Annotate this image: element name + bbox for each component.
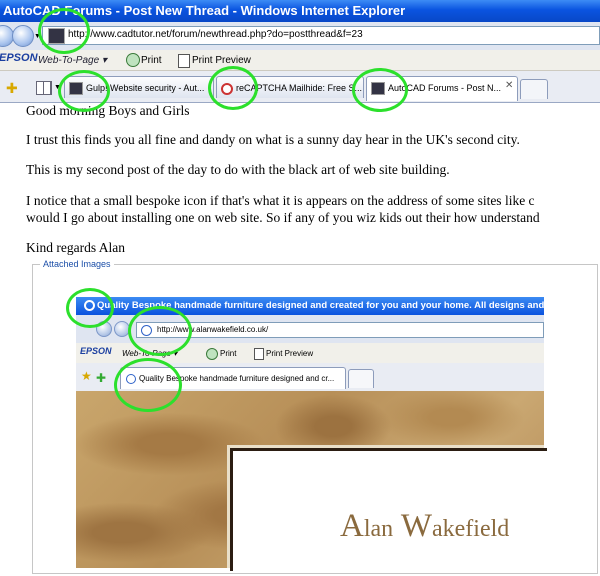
annotation-circle xyxy=(114,358,182,412)
web-to-page-label: Web-To-Page xyxy=(38,55,100,66)
embedded-print: Print xyxy=(220,349,237,358)
print-icon xyxy=(126,53,140,67)
new-tab-button[interactable] xyxy=(520,79,548,99)
embedded-new-tab xyxy=(348,369,374,388)
quick-tabs-icon[interactable] xyxy=(36,81,52,95)
embedded-favorites-star-icon: ★ xyxy=(81,369,92,383)
print-button[interactable]: Print xyxy=(141,55,162,66)
embedded-address-input: http://www.alanwakefield.co.uk/ xyxy=(136,322,544,338)
annotation-circle xyxy=(208,66,258,110)
post-paragraph-3-line-2: would I go about installing one on web s… xyxy=(26,210,540,225)
web-to-page-button[interactable]: Web-To-Page ▾ xyxy=(38,55,107,66)
post-paragraph-2: This is my second post of the day to do … xyxy=(26,162,450,177)
annotation-circle xyxy=(38,8,90,54)
address-url[interactable]: http://www.cadtutor.net/forum/newthread.… xyxy=(68,27,363,43)
embedded-epson-logo: EPSON xyxy=(80,346,112,356)
post-paragraph-1: I trust this finds you all fine and dand… xyxy=(26,132,520,147)
annotation-circle xyxy=(66,288,114,328)
annotation-circle xyxy=(352,68,408,112)
forward-button[interactable] xyxy=(12,25,34,47)
embedded-print-icon xyxy=(206,348,218,360)
alan-wakefield-logo: Alan Wakefield xyxy=(340,508,510,544)
post-greeting: Good morning Boys and Girls xyxy=(26,103,190,118)
annotation-circle xyxy=(58,70,110,112)
close-tab-icon[interactable]: ✕ xyxy=(505,80,513,91)
print-preview-icon xyxy=(178,54,190,68)
annotation-circle xyxy=(128,306,192,356)
post-signoff: Kind regards Alan xyxy=(26,240,125,255)
print-preview-button[interactable]: Print Preview xyxy=(192,55,251,66)
epson-logo: EPSON xyxy=(0,52,38,64)
embedded-print-preview-icon xyxy=(254,348,264,360)
favorites-star-icon[interactable]: ✚ xyxy=(6,80,18,97)
embedded-add-favorite-icon: ✚ xyxy=(96,371,107,385)
attached-images-label: Attached Images xyxy=(40,259,114,269)
embedded-print-preview: Print Preview xyxy=(266,349,314,358)
post-paragraph-3-line-1: I notice that a small bespoke icon if th… xyxy=(26,193,535,208)
window-title-bar: AutoCAD Forums - Post New Thread - Windo… xyxy=(0,0,600,22)
